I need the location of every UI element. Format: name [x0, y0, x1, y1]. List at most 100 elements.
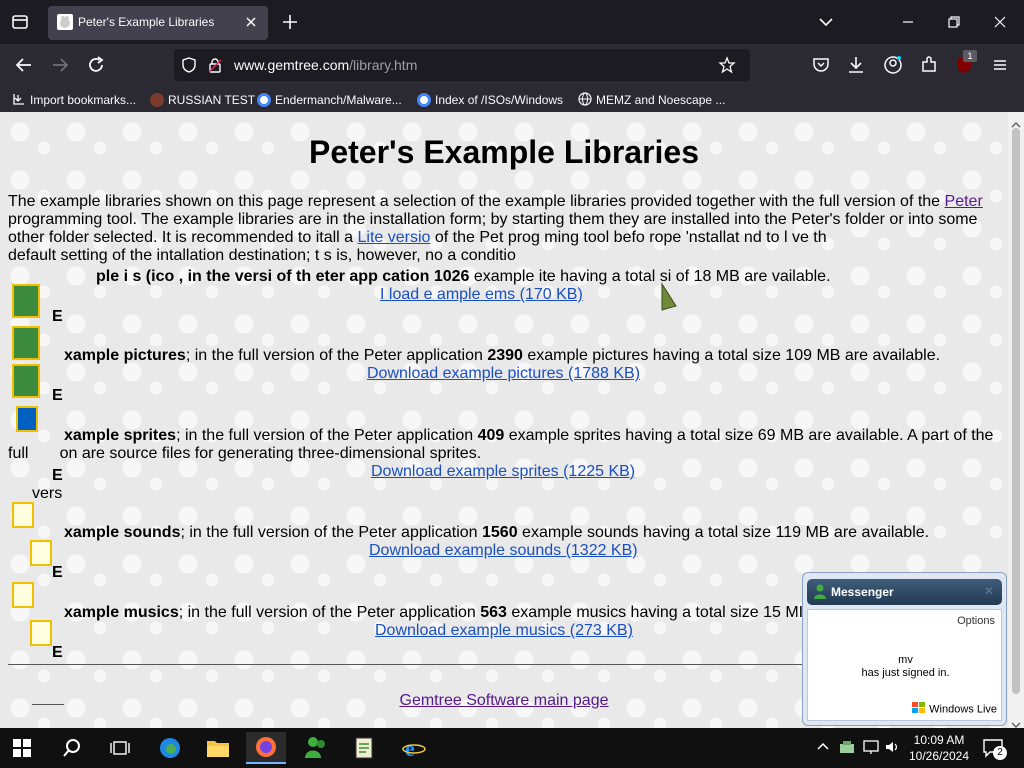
scroll-up-icon[interactable] [1011, 116, 1021, 128]
download-sprites-link[interactable]: Download example sprites (1225 KB) [371, 463, 635, 481]
bookmark-label: MEMZ and Noescape ... [596, 93, 726, 107]
tab-title: Peter's Example Libraries [78, 15, 215, 29]
tab-favicon-icon [57, 14, 73, 30]
windows-flag-icon [912, 702, 926, 717]
musics-icon [12, 582, 34, 608]
sounds-icon [12, 502, 34, 528]
pictures-icon [12, 326, 40, 360]
musics-description: xample musics; in the full version of th… [64, 604, 804, 621]
sounds-icon-2 [30, 540, 52, 566]
chevron-up-icon[interactable] [814, 738, 832, 756]
account-icon[interactable] [882, 54, 904, 76]
download-pictures-link[interactable]: Download example pictures (1788 KB) [367, 365, 640, 383]
task-view-icon[interactable] [100, 732, 140, 764]
start-button[interactable] [2, 732, 42, 764]
sprites-description-2: full on are source files for generating … [8, 445, 482, 462]
globe-icon [578, 91, 592, 109]
messenger-body: Options mv has just signed in. Windows L… [807, 609, 1002, 721]
url-text: www.gemtree.com/library.htm [234, 57, 418, 73]
ethernet-icon[interactable] [862, 738, 880, 756]
clock-date: 10/26/2024 [908, 749, 970, 763]
internet-explorer-icon[interactable]: e [394, 732, 434, 764]
menu-icon[interactable] [989, 54, 1011, 76]
download-items-link[interactable]: I load e ample ems (170 KB) [380, 286, 583, 304]
bookmark-import[interactable]: Import bookmarks... [12, 91, 136, 109]
svg-text:e: e [405, 736, 415, 760]
reload-icon[interactable] [84, 53, 108, 77]
bookmark-star-icon[interactable] [718, 56, 736, 74]
bookmark-russian-test[interactable]: RUSSIAN TEST [150, 91, 255, 109]
download-icon[interactable] [845, 54, 867, 76]
lite-version-link[interactable]: Lite versio [358, 229, 431, 246]
notepad-app-icon[interactable] [344, 732, 384, 764]
bookmark-label: Endermanch/Malware... [275, 93, 402, 107]
close-icon[interactable]: ✕ [982, 584, 996, 598]
sprites-description: xample sprites; in the full version of t… [64, 427, 994, 444]
notification-count: 2 [993, 746, 1007, 760]
scroll-thumb[interactable] [1012, 128, 1020, 694]
file-explorer-icon[interactable] [198, 732, 238, 764]
intro-paragraph: The example libraries shown on this page… [8, 193, 983, 264]
volume-icon[interactable] [884, 738, 902, 756]
back-icon[interactable] [12, 53, 36, 77]
messenger-notification[interactable]: Messenger ✕ Options mv has just signed i… [802, 572, 1007, 726]
sounds-description: xample sounds; in the full version of th… [64, 524, 930, 541]
windows-live-logo: Windows Live [912, 702, 997, 717]
bookmark-label: Import bookmarks... [30, 93, 137, 107]
shield-icon[interactable] [180, 56, 198, 74]
peter-link[interactable]: Peter [945, 193, 983, 210]
sprites-fragment: vers [32, 485, 63, 502]
letter-e: E [52, 308, 63, 325]
tab-list-icon[interactable] [8, 10, 32, 34]
items-description: ple i s (ico , in the versi of th eter a… [96, 268, 831, 285]
tab-close-icon[interactable] [242, 13, 260, 31]
messenger-user: mv [898, 654, 913, 666]
firefox-icon[interactable] [246, 732, 286, 764]
bookmark-endermanch[interactable]: Endermanch/Malware... [257, 91, 402, 109]
letter-e: E [52, 564, 63, 581]
letter-e: E [52, 644, 63, 661]
bookmark-label: Index of /ISOs/Windows [435, 93, 564, 107]
messenger-status: has just signed in. [861, 667, 950, 679]
pictures-description: xample pictures; in the full version of … [64, 347, 941, 364]
google-icon [417, 93, 431, 107]
lock-warning-icon[interactable] [206, 56, 224, 74]
search-icon[interactable] [52, 732, 92, 764]
horizontal-rule [8, 664, 808, 665]
messenger-options[interactable]: Options [957, 615, 995, 627]
network-tray-icon[interactable] [838, 738, 856, 756]
bookmark-label: RUSSIAN TEST [168, 93, 256, 107]
address-bar[interactable]: www.gemtree.com/library.htm [174, 49, 750, 81]
bookmark-memz[interactable]: MEMZ and Noescape ... [578, 91, 725, 109]
page-title: Peter's Example Libraries [308, 134, 700, 170]
restore-icon[interactable] [944, 12, 964, 32]
new-tab-icon[interactable] [280, 12, 300, 32]
pictures-icon-2 [12, 364, 40, 398]
forward-icon[interactable] [48, 53, 72, 77]
messenger-app-icon[interactable] [296, 732, 336, 764]
edge-icon[interactable] [150, 732, 190, 764]
messenger-header: Messenger ✕ [807, 579, 1002, 605]
system-clock[interactable]: 10:09 AM 10/26/2024 [904, 732, 974, 764]
messenger-buddy-icon [813, 584, 827, 605]
download-musics-link[interactable]: Download example musics (273 KB) [375, 622, 633, 640]
download-sounds-link[interactable]: Download example sounds (1322 KB) [369, 542, 638, 560]
sprites-icon [16, 406, 38, 432]
bookmark-favicon-icon [150, 93, 164, 107]
vertical-scrollbar[interactable] [1008, 112, 1024, 728]
letter-e: E [52, 467, 63, 484]
cursor-pointer-icon [658, 282, 680, 312]
messenger-title: Messenger [831, 585, 894, 599]
active-tab[interactable]: Peter's Example Libraries [48, 6, 268, 40]
pocket-icon[interactable] [810, 54, 832, 76]
minimize-icon[interactable] [898, 12, 918, 32]
chevron-down-icon[interactable] [816, 13, 836, 31]
taskbar: e 10:09 AM 10/26/2024 2 [0, 728, 1024, 768]
navigation-bar: www.gemtree.com/library.htm 1 [0, 44, 1024, 86]
google-icon [257, 93, 271, 107]
scroll-down-icon[interactable] [1011, 716, 1021, 728]
extensions-icon[interactable] [918, 54, 940, 76]
bookmark-isos[interactable]: Index of /ISOs/Windows [417, 91, 563, 109]
close-window-icon[interactable] [990, 12, 1010, 32]
tab-bar: Peter's Example Libraries [0, 0, 1024, 44]
